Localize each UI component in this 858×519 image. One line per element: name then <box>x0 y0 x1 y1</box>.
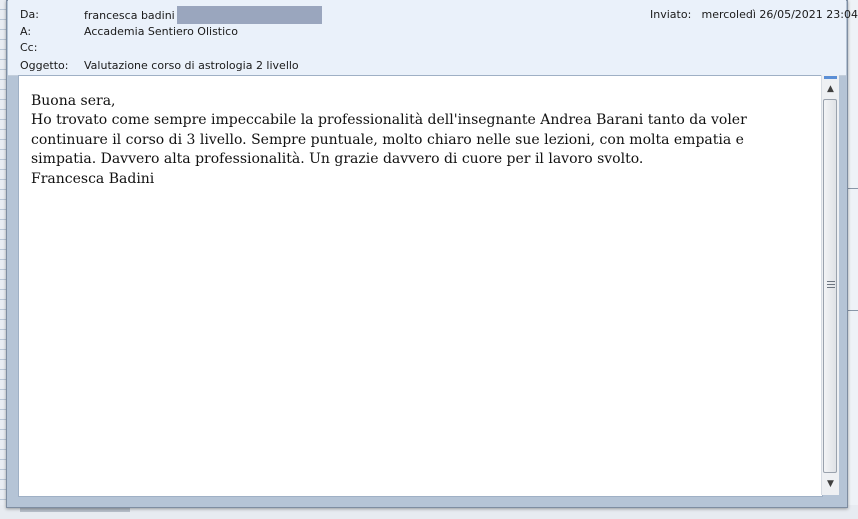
message-text[interactable]: Buona sera, Ho trovato come sempre impec… <box>31 92 811 189</box>
scroll-up-arrow-icon[interactable]: ▲ <box>822 81 839 98</box>
message-paragraph: Ho trovato come sempre impeccabile la pr… <box>31 112 747 168</box>
divider <box>848 310 858 311</box>
from-label: Da: <box>20 8 39 21</box>
signature: Francesca Badini <box>31 170 155 187</box>
subject-label: Oggetto: <box>20 59 69 72</box>
email-header: Da: francesca badini A: Accademia Sentie… <box>8 0 858 76</box>
scroll-thumb[interactable] <box>823 99 837 473</box>
greeting: Buona sera, <box>31 93 116 109</box>
divider <box>20 508 130 512</box>
sender-name[interactable]: francesca badini <box>84 9 175 22</box>
sent-info: Inviato: mercoledì 26/05/2021 23:04 <box>650 8 858 21</box>
to-label: A: <box>20 25 32 38</box>
divider <box>848 188 858 189</box>
sent-value: mercoledì 26/05/2021 23:04 <box>701 8 858 21</box>
message-body[interactable]: Buona sera, Ho trovato come sempre impec… <box>18 75 823 497</box>
cc-label: Cc: <box>20 41 38 54</box>
redacted-email <box>176 6 322 24</box>
to-value[interactable]: Accademia Sentiero Olistico <box>84 24 238 40</box>
subject-value: Valutazione corso di astrologia 2 livell… <box>84 59 299 72</box>
from-value[interactable]: francesca badini <box>84 6 322 25</box>
scroll-grip-icon <box>827 281 835 288</box>
vertical-scrollbar[interactable]: ▲ ▼ <box>821 75 839 495</box>
scrollbar-indicator <box>824 76 837 79</box>
scroll-down-arrow-icon[interactable]: ▼ <box>822 476 839 493</box>
sent-label: Inviato: <box>650 8 692 21</box>
